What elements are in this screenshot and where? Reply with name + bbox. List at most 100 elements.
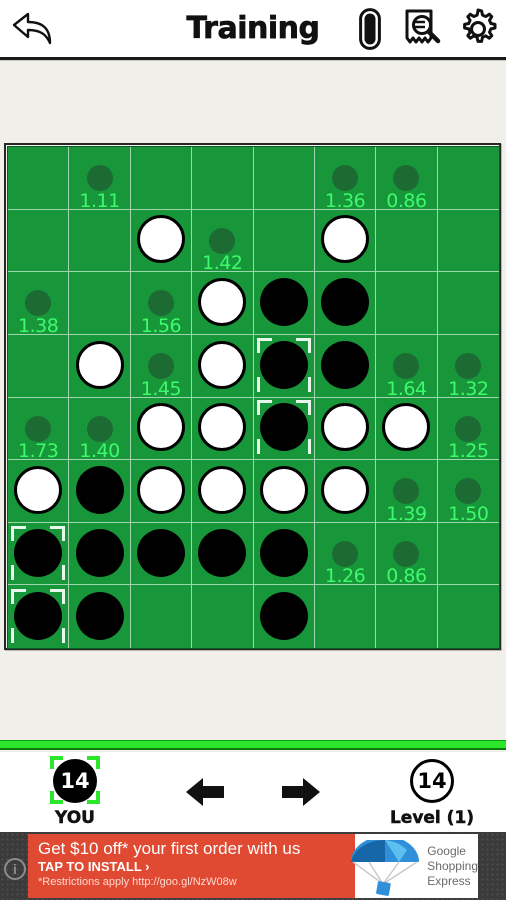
board-cell[interactable] xyxy=(376,585,438,648)
board-cell[interactable]: 1.45 xyxy=(130,334,193,398)
black-disc xyxy=(259,403,308,452)
board-cell[interactable] xyxy=(8,209,70,273)
black-disc xyxy=(259,340,308,389)
board-cell[interactable] xyxy=(376,272,438,335)
board-cell[interactable] xyxy=(253,522,315,586)
move-hint-value: 1.32 xyxy=(448,377,489,400)
board-cell[interactable]: 1.11 xyxy=(69,147,131,210)
ad-brand-text: Google Shopping Express xyxy=(427,844,478,889)
opponent-label: Level (1) xyxy=(389,808,475,829)
footer-bar: 14 YOU 14 Level (1) xyxy=(0,752,506,832)
board-cell[interactable]: 1.56 xyxy=(130,272,193,335)
board-cell[interactable] xyxy=(192,460,254,523)
ad-info-icon[interactable]: i xyxy=(4,858,26,880)
board-frame: 1.11 1.36 0.86 1.42 1.38 1.56 1.45 1.64 1.32 1.73… xyxy=(4,143,501,650)
board-cell[interactable]: 1.50 xyxy=(437,460,499,523)
disc-theme-icon xyxy=(359,8,381,50)
analysis-button[interactable] xyxy=(402,5,446,53)
board-cell[interactable] xyxy=(253,460,315,523)
board-cell[interactable] xyxy=(192,397,254,461)
board-cell[interactable] xyxy=(314,209,377,273)
board-cell[interactable] xyxy=(376,397,438,461)
board-cell[interactable] xyxy=(253,147,315,210)
board-cell[interactable]: 1.36 xyxy=(314,147,377,210)
board-cell[interactable] xyxy=(253,272,315,335)
board-cell[interactable] xyxy=(254,585,315,648)
player-score-you[interactable]: 14 YOU xyxy=(40,756,110,828)
next-move-button[interactable] xyxy=(275,766,327,818)
board-cell[interactable] xyxy=(437,147,499,210)
board-cell[interactable] xyxy=(192,334,254,398)
board-cell[interactable]: 1.39 xyxy=(376,460,438,523)
disc-theme-button[interactable] xyxy=(348,5,392,53)
board-cell[interactable] xyxy=(314,334,377,398)
board-cell[interactable]: 1.26 xyxy=(314,522,377,586)
player-score-opponent[interactable]: 14 Level (1) xyxy=(372,756,492,828)
ad-content[interactable]: Get $10 off* your first order with us TA… xyxy=(28,834,478,898)
white-disc xyxy=(136,403,185,452)
othello-board[interactable]: 1.11 1.36 0.86 1.42 1.38 1.56 1.45 1.64 1.32 1.73… xyxy=(7,146,500,649)
board-cell[interactable]: 1.40 xyxy=(69,397,131,463)
ad-cta[interactable]: TAP TO INSTALL › xyxy=(38,859,355,875)
move-hint-value: 1.25 xyxy=(448,440,489,463)
board-cell[interactable] xyxy=(437,210,499,273)
board-cell[interactable] xyxy=(253,397,315,461)
board-cell[interactable] xyxy=(130,397,193,461)
board-cell[interactable]: 1.73 xyxy=(8,397,70,461)
board-cell[interactable] xyxy=(8,585,70,648)
board-cell[interactable] xyxy=(69,334,131,398)
board-cell[interactable] xyxy=(8,334,70,398)
board-cell[interactable] xyxy=(130,522,193,586)
board-cell[interactable] xyxy=(69,585,131,648)
board-area: 1.11 1.36 0.86 1.42 1.38 1.56 1.45 1.64 1.32 1.73… xyxy=(0,61,506,655)
board-cell[interactable] xyxy=(131,585,193,648)
board-cell[interactable] xyxy=(438,585,499,648)
move-hint-dot xyxy=(393,352,420,379)
move-hint-dot xyxy=(147,352,174,379)
board-cell[interactable] xyxy=(8,147,70,210)
board-cell[interactable] xyxy=(8,522,70,586)
board-cell[interactable] xyxy=(253,334,315,398)
black-disc xyxy=(321,340,370,389)
prev-move-button[interactable] xyxy=(179,766,231,818)
board-cell[interactable] xyxy=(314,272,377,335)
board-cell[interactable]: 1.25 xyxy=(437,398,499,463)
analysis-receipt-icon xyxy=(405,9,441,44)
ad-brand-panel: Google Shopping Express xyxy=(351,834,478,898)
move-hint-value: 1.40 xyxy=(79,440,120,463)
move-hint-dot xyxy=(393,540,420,567)
board-cell[interactable] xyxy=(8,460,70,523)
opponent-badge: 14 xyxy=(407,756,457,804)
black-disc xyxy=(75,591,124,640)
ad-banner[interactable]: i Get $10 off* your first order with us … xyxy=(0,832,506,900)
board-cell[interactable] xyxy=(315,585,377,648)
board-cell[interactable]: 1.42 xyxy=(192,209,254,273)
board-cell[interactable] xyxy=(192,585,254,648)
board-cell[interactable] xyxy=(69,272,131,335)
board-cell[interactable] xyxy=(314,460,377,523)
board-cell[interactable] xyxy=(130,460,193,523)
back-button[interactable] xyxy=(4,2,66,56)
board-cell[interactable] xyxy=(130,209,193,273)
board-cell[interactable] xyxy=(192,272,254,335)
board-cell[interactable] xyxy=(69,209,131,273)
board-cell[interactable]: 1.38 xyxy=(8,272,70,335)
board-cell[interactable]: 0.86 xyxy=(376,522,438,586)
board-cell[interactable]: 0.86 xyxy=(376,147,438,210)
board-cell[interactable] xyxy=(192,147,254,210)
move-hint-dot xyxy=(147,290,174,317)
board-cell[interactable] xyxy=(69,460,131,523)
board-cell[interactable]: 1.64 xyxy=(376,334,438,398)
ad-headline: Get $10 off* your first order with us xyxy=(38,839,301,858)
board-cell[interactable] xyxy=(130,147,193,210)
board-cell[interactable] xyxy=(314,397,377,461)
board-cell[interactable] xyxy=(437,523,499,586)
board-cell[interactable] xyxy=(192,522,254,586)
board-cell[interactable]: 1.32 xyxy=(437,335,499,400)
board-cell[interactable] xyxy=(69,522,131,586)
board-cell[interactable] xyxy=(437,272,499,335)
board-cell[interactable] xyxy=(253,209,315,273)
black-disc xyxy=(321,278,370,327)
board-cell[interactable] xyxy=(376,209,438,273)
settings-button[interactable] xyxy=(456,5,500,53)
